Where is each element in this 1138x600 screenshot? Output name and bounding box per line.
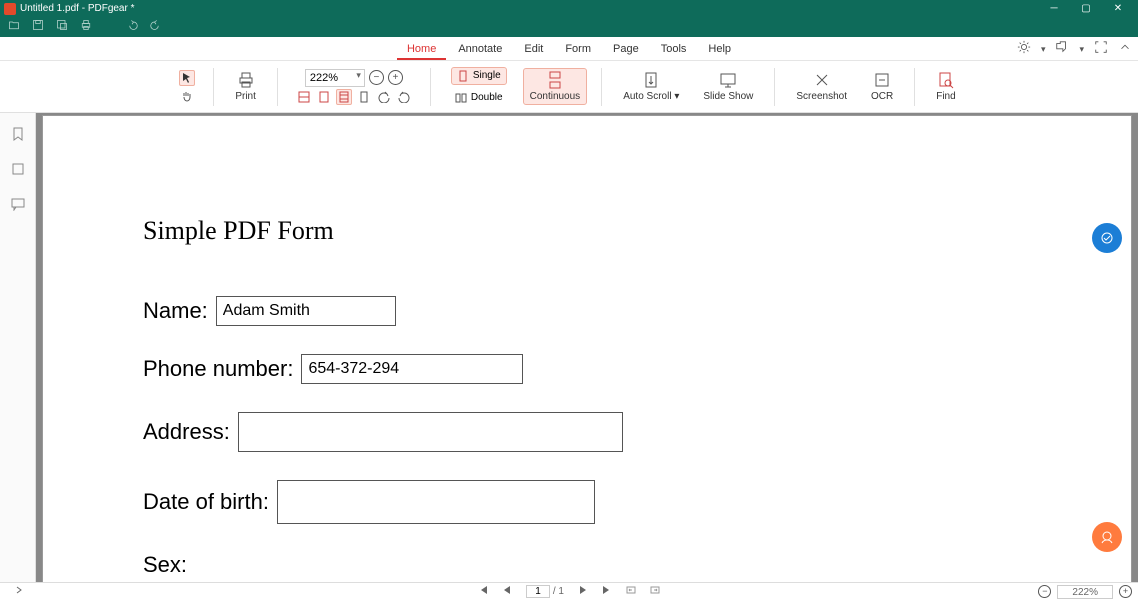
print-icon[interactable] xyxy=(80,18,92,36)
minimize-button[interactable]: ─ xyxy=(1038,0,1070,17)
expand-side-icon[interactable] xyxy=(14,585,24,598)
address-label: Address: xyxy=(143,419,230,445)
find-button[interactable]: Find xyxy=(929,68,962,105)
quick-access-bar xyxy=(0,17,1138,37)
tab-edit[interactable]: Edit xyxy=(514,39,553,60)
thumbnails-icon[interactable] xyxy=(11,162,25,181)
fit-width-icon[interactable] xyxy=(296,89,312,105)
address-field[interactable] xyxy=(238,412,623,452)
content-area: Simple PDF Form Name: Phone number: Addr… xyxy=(0,113,1138,582)
footer-zoom-out[interactable]: − xyxy=(1038,585,1051,598)
ocr-button[interactable]: OCR xyxy=(864,68,900,105)
screenshot-button[interactable]: Screenshot xyxy=(789,68,854,105)
hand-tool[interactable] xyxy=(179,88,195,104)
bookmark-icon[interactable] xyxy=(11,127,25,146)
tab-home[interactable]: Home xyxy=(397,39,446,60)
phone-label: Phone number: xyxy=(143,356,293,382)
dob-field[interactable] xyxy=(277,480,595,524)
footer-zoom-value[interactable]: 222% xyxy=(1057,585,1113,599)
footer-zoom-in[interactable]: + xyxy=(1119,585,1132,598)
pdf-page: Simple PDF Form Name: Phone number: Addr… xyxy=(42,115,1132,582)
back-view-button[interactable] xyxy=(626,585,636,598)
ribbon: Print − + Single Double Continuous xyxy=(0,61,1138,113)
document-viewport[interactable]: Simple PDF Form Name: Phone number: Addr… xyxy=(36,113,1138,582)
theme-icon[interactable] xyxy=(1017,40,1031,59)
zoom-out-button[interactable]: − xyxy=(369,70,384,85)
page-input[interactable] xyxy=(526,585,550,598)
app-icon xyxy=(4,3,16,15)
dob-label: Date of birth: xyxy=(143,489,269,515)
continuous-button[interactable]: Continuous xyxy=(523,68,588,105)
tab-form[interactable]: Form xyxy=(555,39,601,60)
single-page-button[interactable]: Single xyxy=(451,67,507,85)
menu-tabs: Home Annotate Edit Form Page Tools Help … xyxy=(0,37,1138,61)
fit-visible-icon[interactable] xyxy=(356,89,372,105)
first-page-button[interactable] xyxy=(478,585,488,598)
zoom-input[interactable] xyxy=(305,69,365,87)
prev-page-button[interactable] xyxy=(502,585,512,598)
collapse-ribbon-icon[interactable] xyxy=(1118,40,1132,59)
name-label: Name: xyxy=(143,298,208,324)
page-number: / 1 xyxy=(526,585,564,598)
tab-annotate[interactable]: Annotate xyxy=(448,39,512,60)
double-page-button[interactable]: Double xyxy=(449,89,509,107)
maximize-button[interactable]: ▢ xyxy=(1070,0,1102,17)
support-button[interactable] xyxy=(1092,522,1122,552)
tab-help[interactable]: Help xyxy=(698,39,741,60)
autoscroll-button[interactable]: Auto Scroll ▾ xyxy=(616,68,686,105)
save-as-icon[interactable] xyxy=(56,18,68,36)
tab-tools[interactable]: Tools xyxy=(651,39,697,60)
rotate-left-icon[interactable] xyxy=(376,89,392,105)
zoom-in-button[interactable]: + xyxy=(388,70,403,85)
print-button[interactable]: Print xyxy=(228,68,263,105)
title-bar: Untitled 1.pdf - PDFgear * ─ ▢ ✕ xyxy=(0,0,1138,17)
save-icon[interactable] xyxy=(32,18,44,36)
status-bar: / 1 − 222% + xyxy=(0,582,1138,600)
forward-view-button[interactable] xyxy=(650,585,660,598)
next-page-button[interactable] xyxy=(578,585,588,598)
tab-page[interactable]: Page xyxy=(603,39,649,60)
side-panel xyxy=(0,113,36,582)
redo-icon[interactable] xyxy=(150,18,162,36)
phone-field[interactable] xyxy=(301,354,523,384)
feedback-icon[interactable] xyxy=(1055,40,1069,59)
name-field[interactable] xyxy=(216,296,396,326)
fullscreen-icon[interactable] xyxy=(1094,40,1108,59)
undo-icon[interactable] xyxy=(126,18,138,36)
open-icon[interactable] xyxy=(8,18,20,36)
slideshow-button[interactable]: Slide Show xyxy=(696,68,760,105)
rotate-right-icon[interactable] xyxy=(396,89,412,105)
select-tool[interactable] xyxy=(179,70,195,86)
sex-label: Sex: xyxy=(143,552,187,578)
comments-icon[interactable] xyxy=(11,197,25,216)
close-button[interactable]: ✕ xyxy=(1102,0,1134,17)
fit-page-icon[interactable] xyxy=(316,89,332,105)
ai-assistant-button[interactable] xyxy=(1092,223,1122,253)
window-title: Untitled 1.pdf - PDFgear * xyxy=(20,3,1038,14)
actual-size-icon[interactable] xyxy=(336,89,352,105)
form-title: Simple PDF Form xyxy=(143,216,1031,246)
last-page-button[interactable] xyxy=(602,585,612,598)
